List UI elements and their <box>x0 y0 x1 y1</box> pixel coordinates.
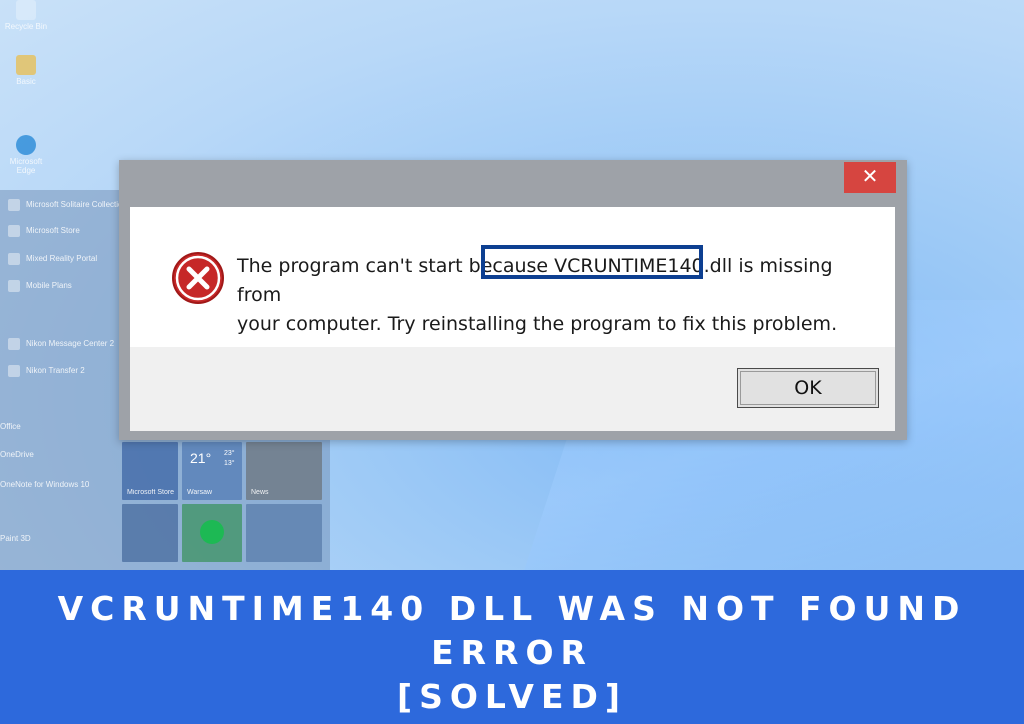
start-menu-item[interactable]: Microsoft Store <box>0 222 80 240</box>
app-icon <box>8 198 20 211</box>
desktop-icon-label: Microsoft Edge <box>9 157 43 175</box>
start-menu-item[interactable]: OneDrive <box>0 446 34 464</box>
tile-label: Warsaw <box>187 489 213 496</box>
app-icon <box>8 252 20 265</box>
start-menu-item[interactable]: OneNote for Windows 10 <box>0 476 89 494</box>
weather-high: 23° <box>224 450 235 457</box>
title-banner: VCRUNTIME140 DLL WAS NOT FOUND ERROR [SO… <box>0 570 1024 724</box>
banner-title-line-2: ERROR <box>431 633 593 672</box>
tile-weather[interactable]: 21° 23° 13° Warsaw <box>182 442 242 500</box>
edge-icon <box>16 135 36 155</box>
tile-store[interactable]: Microsoft Store <box>122 442 178 500</box>
start-menu-item-label: Office <box>0 422 21 431</box>
start-menu-item-label: Nikon Message Center 2 <box>26 339 115 348</box>
start-menu-item-label: Microsoft Solitaire Collection <box>26 200 127 209</box>
tile-label: News <box>251 489 269 496</box>
start-menu-item-label: Mobile Plans <box>26 281 72 290</box>
tile-label: Microsoft Store <box>127 489 175 496</box>
weather-temperature: 21° <box>190 450 212 466</box>
start-menu-item-label: Mixed Reality Portal <box>26 254 98 263</box>
desktop-icon-label: Recycle Bin <box>4 22 48 31</box>
desktop-icon-recycle-bin[interactable]: Recycle Bin <box>4 0 48 31</box>
start-menu-item[interactable]: Microsoft Solitaire Collection <box>0 196 127 214</box>
app-icon <box>8 337 20 350</box>
start-menu-item-label: Paint 3D <box>0 534 31 543</box>
error-message-line-2: your computer. Try reinstalling the prog… <box>237 313 838 335</box>
app-icon <box>8 279 20 292</box>
desktop-icon-label: Basic <box>16 77 36 86</box>
recycle-bin-icon <box>16 0 36 20</box>
start-menu-item-label: Microsoft Store <box>26 226 80 235</box>
start-menu-item[interactable]: Paint 3D <box>0 530 31 548</box>
error-icon <box>172 252 224 304</box>
start-menu-item[interactable]: Mobile Plans <box>0 277 72 295</box>
app-icon <box>8 364 20 377</box>
tile-solitaire[interactable] <box>122 504 178 562</box>
close-button[interactable]: ✕ <box>844 162 896 193</box>
start-menu-item[interactable]: Nikon Message Center 2 <box>0 335 114 353</box>
desktop-icon-basic[interactable]: Basic <box>4 55 48 86</box>
start-menu-item-label: OneDrive <box>0 450 34 459</box>
tile-group[interactable] <box>246 504 322 562</box>
spotify-icon <box>200 520 224 544</box>
desktop-icon-edge[interactable]: Microsoft Edge <box>4 135 48 175</box>
folder-icon <box>16 55 36 75</box>
tile-news[interactable]: News <box>246 442 322 500</box>
start-menu-item[interactable]: Nikon Transfer 2 <box>0 362 85 380</box>
start-menu-item-label: Nikon Transfer 2 <box>26 366 85 375</box>
banner-title-line-1: VCRUNTIME140 DLL WAS NOT FOUND <box>57 589 967 628</box>
start-menu-item[interactable]: Mixed Reality Portal <box>0 250 97 268</box>
tile-spotify[interactable] <box>182 504 242 562</box>
weather-low: 13° <box>224 460 235 467</box>
dll-highlight-box <box>481 245 703 279</box>
start-menu-item-label: OneNote for Windows 10 <box>0 480 90 489</box>
ok-button-focus-ring <box>740 371 876 405</box>
banner-title-line-3: [SOLVED] <box>397 677 627 716</box>
start-menu-item[interactable]: Office <box>0 418 21 436</box>
ok-button[interactable]: OK <box>737 368 879 408</box>
store-icon <box>8 224 20 237</box>
